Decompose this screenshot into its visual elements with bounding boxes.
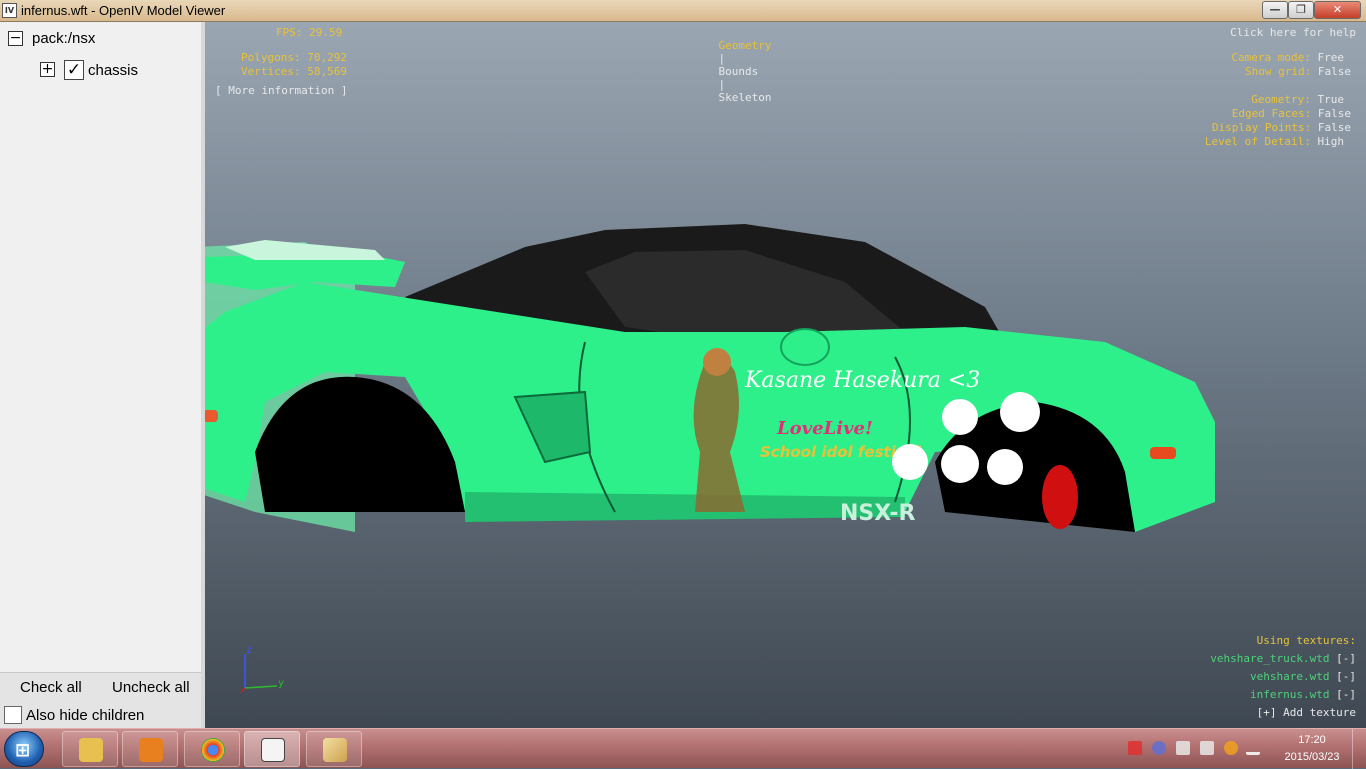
car-model: Kasane Hasekura <3 LoveLive! School idol… <box>205 224 1215 532</box>
tab-bounds[interactable]: Bounds <box>719 65 759 78</box>
volume-icon[interactable] <box>1176 741 1190 755</box>
add-texture-button[interactable]: [+] Add texture <box>1257 706 1356 719</box>
uncheck-all-button[interactable]: Uncheck all <box>112 679 190 696</box>
geometry-label: Geometry: <box>1251 93 1311 106</box>
start-button[interactable]: ⊞ <box>4 731 44 767</box>
clock-time[interactable]: 17:20 <box>1282 734 1342 746</box>
remove-texture-button[interactable]: [-] <box>1336 688 1356 701</box>
model-viewport[interactable]: Kasane Hasekura <3 LoveLive! School idol… <box>205 22 1366 728</box>
fps-value: 29.59 <box>309 26 343 39</box>
tray-app-icon[interactable] <box>1128 741 1142 755</box>
fps-label: FPS: <box>276 26 303 39</box>
edged-faces-value[interactable]: False <box>1318 107 1351 120</box>
signal-bars-icon[interactable] <box>1246 741 1260 755</box>
taskbar: ⊞ 17:20 2015/03/23 <box>0 728 1366 769</box>
tree-root-label[interactable]: pack:/nsx <box>32 30 95 47</box>
polygons-value: 70,292 <box>307 51 347 64</box>
remove-texture-button[interactable]: [-] <box>1336 652 1356 665</box>
display-points-label: Display Points: <box>1211 121 1312 134</box>
remove-texture-button[interactable]: [-] <box>1336 670 1356 683</box>
maximize-button[interactable]: ❐ <box>1288 1 1314 19</box>
tab-skeleton[interactable]: Skeleton <box>719 91 772 104</box>
taskbar-chrome[interactable] <box>184 731 240 767</box>
lod-value[interactable]: High <box>1318 135 1345 148</box>
show-grid-value[interactable]: False <box>1318 65 1351 78</box>
tab-geometry[interactable]: Geometry <box>719 39 772 52</box>
axis-gizmo: z y <box>240 645 284 693</box>
axis-z-label: z <box>246 645 252 656</box>
tray-update-icon[interactable] <box>1224 741 1238 755</box>
tab-separator: | <box>718 52 726 65</box>
minimize-button[interactable]: — <box>1262 1 1288 19</box>
close-button[interactable]: ✕ <box>1314 1 1361 19</box>
show-desktop-button[interactable] <box>1352 729 1366 769</box>
polygons-label: Polygons: <box>241 51 301 64</box>
show-grid-label: Show grid: <box>1245 65 1312 78</box>
hide-children-label: Also hide children <box>26 707 145 724</box>
taskbar-explorer[interactable] <box>62 731 118 767</box>
help-link[interactable]: Click here for help <box>1230 26 1356 39</box>
taskbar-openiv[interactable] <box>244 731 300 767</box>
edged-faces-label: Edged Faces: <box>1231 107 1312 120</box>
display-points-value[interactable]: False <box>1318 121 1351 134</box>
geometry-value[interactable]: True <box>1318 93 1345 106</box>
camera-mode-label: Camera mode: <box>1231 51 1311 64</box>
explorer-icon <box>79 738 103 762</box>
decal-logo-1: LoveLive! <box>776 418 873 439</box>
paint-icon <box>323 738 347 762</box>
texture-item[interactable]: infernus.wtd <box>1250 688 1329 701</box>
tray-network-app-icon[interactable] <box>1152 741 1166 755</box>
side-skirt <box>465 492 905 522</box>
app-icon: IV <box>2 3 17 18</box>
chrome-icon <box>201 738 225 762</box>
clock-date[interactable]: 2015/03/23 <box>1276 751 1348 763</box>
chassis-checkbox[interactable]: ✓ <box>64 60 84 80</box>
axis-y-label: y <box>278 678 284 689</box>
texture-item[interactable]: vehshare_truck.wtd <box>1210 652 1329 665</box>
openiv-icon <box>261 738 285 762</box>
nsx-badge: NSX-R <box>840 501 916 526</box>
tree-actions: Check all Uncheck all Also hide children <box>0 672 201 728</box>
collapse-icon[interactable]: − <box>8 31 23 46</box>
texture-item[interactable]: vehshare.wtd <box>1250 670 1329 683</box>
lod-label: Level of Detail: <box>1204 135 1311 148</box>
decal-name: Kasane Hasekura <3 <box>744 368 980 393</box>
taskbar-media-player[interactable] <box>122 731 178 767</box>
front-light <box>1150 447 1176 459</box>
more-information-link[interactable]: [ More information ] <box>215 84 347 97</box>
hide-children-checkbox[interactable] <box>4 706 22 724</box>
taskbar-paint[interactable] <box>306 731 362 767</box>
tab-separator: | <box>718 78 726 91</box>
model-tree-panel: − pack:/nsx + ✓ chassis Check all Unchec… <box>0 22 205 728</box>
vertices-value: 58,569 <box>307 65 347 78</box>
rear-light <box>205 410 218 422</box>
expand-icon[interactable]: + <box>40 62 55 77</box>
check-all-button[interactable]: Check all <box>20 679 82 696</box>
title-bar: IV infernus.wft - OpenIV Model Viewer — … <box>0 0 1366 22</box>
media-player-icon <box>139 738 163 762</box>
textures-title: Using textures: <box>1256 634 1356 647</box>
windows-logo-icon: ⊞ <box>15 740 31 761</box>
camera-mode-value[interactable]: Free <box>1318 51 1345 64</box>
action-center-flag-icon[interactable] <box>1200 741 1214 755</box>
brake-caliper <box>1042 465 1078 529</box>
window-title: infernus.wft - OpenIV Model Viewer <box>21 3 226 18</box>
tree-item-chassis[interactable]: chassis <box>88 62 138 79</box>
vertices-label: Vertices: <box>241 65 301 78</box>
